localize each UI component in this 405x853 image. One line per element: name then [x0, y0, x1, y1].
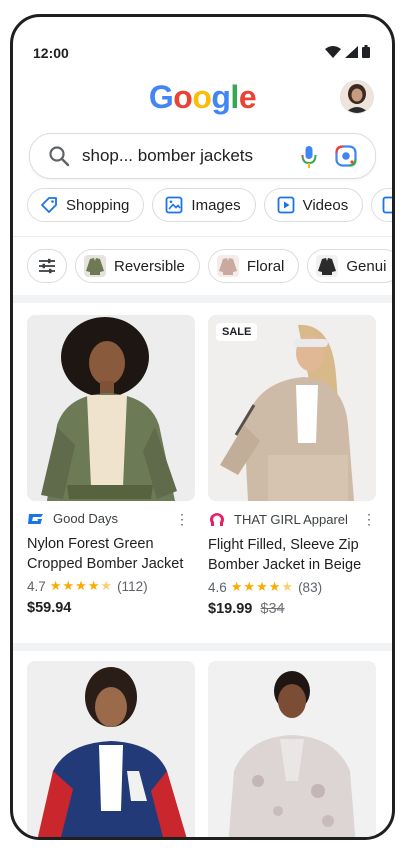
filter-label: Floral: [246, 257, 285, 275]
product-card[interactable]: Good Days ⋮ Nylon Forest Green Cropped B…: [27, 315, 195, 616]
filter-chip-genuine[interactable]: Genui: [307, 249, 392, 283]
product-card[interactable]: [208, 661, 376, 837]
merchant-row: THAT GIRL Apparel ⋮: [208, 511, 376, 527]
rating-value: 4.6: [208, 579, 227, 595]
news-icon: [382, 196, 392, 214]
status-icons: [325, 45, 370, 58]
rating-value: 4.7: [27, 578, 46, 594]
original-price: $34: [260, 601, 285, 617]
signal-icon: [345, 45, 358, 58]
search-icon[interactable]: [48, 145, 70, 167]
more-options-icon[interactable]: ⋮: [362, 511, 376, 528]
filter-label: Genui: [346, 257, 387, 275]
google-lens-icon[interactable]: [335, 145, 357, 167]
filter-chip-reversible[interactable]: Reversible: [75, 249, 200, 283]
price-row: $59.94: [27, 600, 195, 616]
tune-icon: [39, 258, 55, 274]
merchant-name: Good Days: [53, 511, 119, 526]
phone-frame: 12:00 Google shop... bomber jackets Shop…: [10, 14, 395, 840]
section-separator: [13, 295, 392, 303]
rating-stars-icon: ★★★★★: [230, 579, 295, 594]
tag-icon: [41, 197, 57, 213]
search-bar[interactable]: shop... bomber jackets: [29, 133, 376, 179]
filter-settings-button[interactable]: [27, 249, 67, 283]
section-separator: [13, 643, 392, 651]
play-icon: [277, 196, 295, 214]
product-card[interactable]: [27, 661, 195, 837]
review-count: (112): [117, 578, 148, 594]
product-card[interactable]: SALE THAT GIRL Apparel ⋮ Flight Filled, …: [208, 315, 376, 617]
image-icon: [166, 196, 183, 214]
filter-chips: Reversible Floral Genui: [27, 249, 392, 283]
price-row: $19.99 $34: [208, 601, 376, 617]
logo-letter: g: [211, 79, 231, 115]
logo-letter: e: [238, 79, 257, 115]
tab-label: Videos: [302, 196, 349, 214]
product-image[interactable]: [208, 661, 376, 837]
status-bar: 12:00: [13, 17, 392, 87]
genuine-thumbnail: [316, 255, 339, 277]
tab-more[interactable]: [371, 188, 392, 222]
logo-letter: G: [148, 79, 174, 115]
jacket-thumbnail-icon: [318, 258, 337, 275]
merchant-row: Good Days ⋮: [27, 511, 195, 528]
filter-label: Reversible: [114, 257, 185, 275]
logo-letter: o: [192, 79, 212, 115]
more-options-icon[interactable]: ⋮: [175, 511, 189, 528]
rating-stars-icon: ★★★★★: [49, 578, 114, 593]
filter-chip-floral[interactable]: Floral: [207, 249, 300, 283]
status-time: 12:00: [33, 45, 69, 61]
divider: [13, 236, 392, 237]
reversible-thumbnail: [84, 255, 106, 277]
tab-videos[interactable]: Videos: [263, 188, 364, 222]
google-logo[interactable]: Google: [13, 79, 392, 116]
wifi-icon: [325, 45, 341, 58]
product-image[interactable]: [27, 661, 195, 837]
search-input[interactable]: shop... bomber jackets: [82, 146, 253, 166]
merchant-name: THAT GIRL Apparel: [234, 511, 348, 527]
tab-shopping[interactable]: Shopping: [27, 188, 145, 222]
review-count: (83): [298, 579, 323, 595]
model-floral-jacket-image: [208, 661, 376, 837]
microphone-icon[interactable]: [301, 145, 317, 169]
model-green-bomber-image: [27, 315, 195, 501]
search-tabs: Shopping Images Videos: [27, 188, 392, 222]
tab-label: Images: [191, 196, 241, 214]
sale-badge: SALE: [216, 323, 258, 341]
rating-row: 4.7 ★★★★★ (112): [27, 578, 195, 594]
product-title[interactable]: Flight Filled, Sleeve Zip Bomber Jacket …: [208, 535, 376, 575]
product-title[interactable]: Nylon Forest Green Cropped Bomber Jacket: [27, 534, 195, 574]
tab-images[interactable]: Images: [152, 188, 256, 222]
product-price: $59.94: [27, 600, 72, 616]
product-image[interactable]: [27, 315, 195, 501]
tab-label: Shopping: [66, 196, 130, 214]
jacket-thumbnail-icon: [86, 258, 104, 275]
that-girl-logo-icon: [210, 513, 224, 526]
logo-letter: o: [173, 79, 193, 115]
avatar-portrait: [341, 81, 373, 113]
battery-icon: [362, 45, 370, 58]
jacket-thumbnail-icon: [218, 258, 237, 275]
product-price: $19.99: [208, 601, 253, 617]
product-image[interactable]: SALE: [208, 315, 376, 501]
logo-letter: l: [230, 79, 239, 115]
good-days-logo-icon: [28, 513, 43, 524]
model-beige-bomber-image: [208, 315, 376, 501]
account-avatar[interactable]: [340, 80, 374, 114]
model-varsity-jacket-image: [27, 661, 195, 837]
floral-thumbnail: [216, 255, 239, 277]
rating-row: 4.6 ★★★★★ (83): [208, 579, 376, 595]
